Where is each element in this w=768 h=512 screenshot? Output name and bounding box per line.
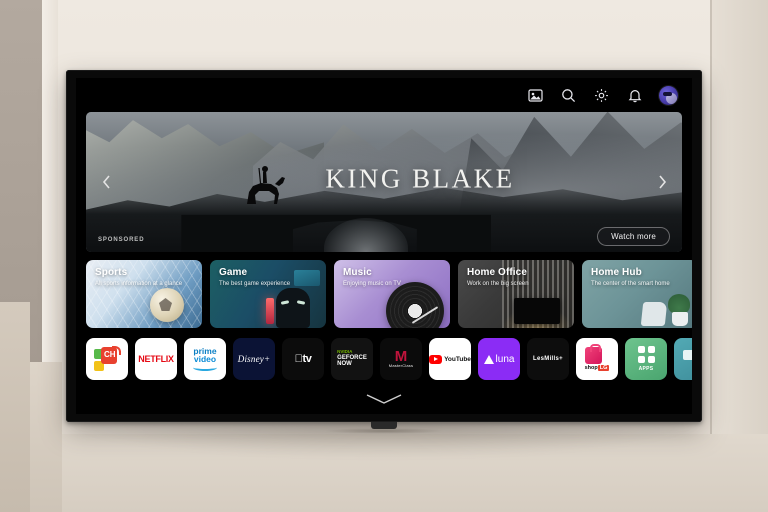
tv-stand-shadow	[324, 428, 444, 434]
app-tile-netflix[interactable]: NETFLIX	[135, 338, 177, 380]
category-title: Sports	[95, 267, 128, 278]
category-title: Home Hub	[591, 267, 642, 278]
hub-plant-leaves	[668, 294, 690, 314]
category-subtitle: Enjoying music on TV	[343, 281, 401, 287]
scroll-down-chevron-icon[interactable]	[366, 392, 402, 410]
floor-step-lower	[0, 302, 30, 512]
app-label: luna	[495, 353, 515, 365]
shop-icon: shop LG	[584, 344, 610, 371]
app-tile-amazon-luna[interactable]: luna	[478, 338, 520, 380]
category-card-home-hub[interactable]: Home Hub The center of the smart home	[582, 260, 692, 328]
app-tile-apple-tv[interactable]: tv	[282, 338, 324, 380]
app-label: YouTube	[444, 355, 471, 363]
app-tile-disney-plus[interactable]: Disney+	[233, 338, 275, 380]
prime-video-icon: prime video	[193, 347, 217, 372]
avatar[interactable]	[659, 85, 678, 105]
category-card-game[interactable]: Game The best game experience	[210, 260, 326, 328]
app-tile-lesmills[interactable]: LesMills+	[527, 338, 569, 380]
category-card-row: Sports All sports information at a glanc…	[86, 260, 692, 328]
app-label-bottom: video	[193, 354, 217, 364]
hub-plant-pot	[672, 312, 688, 326]
tv-screen: KING BLAKE SPONSORED Watch more Sports A…	[76, 78, 692, 414]
game-rgb-lamp	[266, 298, 274, 324]
category-title: Home Office	[467, 267, 528, 278]
category-card-sports[interactable]: Sports All sports information at a glanc…	[86, 260, 202, 328]
hero-banner[interactable]: KING BLAKE SPONSORED Watch more	[86, 112, 682, 252]
app-label: NETFLIX	[138, 354, 174, 364]
category-title: Game	[219, 267, 248, 278]
soccer-ball-icon	[150, 288, 184, 322]
multi-window-icon	[683, 350, 692, 368]
app-label: tv	[295, 353, 312, 365]
category-subtitle: All sports information at a glance	[95, 281, 183, 287]
category-title: Music	[343, 267, 372, 278]
play-icon	[429, 354, 443, 364]
app-label-top: GEFORCE	[337, 354, 367, 361]
carousel-prev-chevron-icon[interactable]	[95, 171, 117, 193]
hub-chair	[640, 302, 668, 326]
app-tile-shop-lg[interactable]: shop LG	[576, 338, 618, 380]
app-shortcut-row: CH NETFLIX prime video Disney+ tv NVIDIA…	[86, 336, 692, 382]
office-monitor	[514, 298, 560, 324]
category-subtitle: The center of the smart home	[591, 281, 670, 287]
app-tile-geforce-now[interactable]: NVIDIA GEFORCE NOW	[331, 338, 373, 380]
carousel-next-chevron-icon[interactable]	[651, 171, 673, 193]
app-label: MasterClass	[388, 362, 414, 368]
app-tile-youtube[interactable]: YouTube	[429, 338, 471, 380]
category-card-music[interactable]: Music Enjoying music on TV	[334, 260, 450, 328]
input-picture-icon[interactable]	[527, 87, 544, 104]
app-tile-prime-video[interactable]: prime video	[184, 338, 226, 380]
category-subtitle: The best game experience	[219, 281, 291, 287]
wifi-arc-icon	[112, 346, 121, 355]
app-label-bottom: NOW	[337, 361, 352, 368]
app-label: Disney+	[237, 354, 271, 364]
bell-icon[interactable]	[626, 87, 643, 104]
apps-grid-icon	[637, 346, 655, 363]
masterclass-icon: M MasterClass	[388, 347, 414, 368]
watch-more-button[interactable]: Watch more	[597, 227, 670, 246]
app-tile-masterclass[interactable]: M MasterClass	[380, 338, 422, 380]
luna-icon: luna	[483, 353, 515, 365]
category-card-home-office[interactable]: Home Office Work on the big screen	[458, 260, 574, 328]
youtube-icon: YouTube	[429, 354, 471, 364]
category-subtitle: Work on the big screen	[467, 281, 529, 287]
app-tile-all-apps[interactable]: APPS	[625, 338, 667, 380]
gear-icon[interactable]	[593, 87, 610, 104]
gaming-chair	[276, 288, 310, 328]
top-bar	[76, 78, 692, 112]
hero-title: KING BLAKE	[325, 163, 515, 194]
app-label: shop LG	[584, 365, 610, 371]
masterclass-mark: M	[394, 347, 408, 365]
game-monitor	[294, 270, 320, 286]
prime-smile-swoosh	[193, 364, 217, 372]
tv-frame: KING BLAKE SPONSORED Watch more Sports A…	[66, 70, 702, 422]
lg-channels-icon: CH	[94, 346, 121, 371]
search-icon[interactable]	[560, 87, 577, 104]
app-tile-multi-view[interactable]	[674, 338, 692, 380]
sponsored-label: SPONSORED	[98, 237, 145, 243]
luna-triangle-icon	[483, 354, 494, 364]
app-label: LesMills+	[533, 356, 563, 362]
app-tile-lg-channels[interactable]: CH	[86, 338, 128, 380]
app-label: APPS	[638, 366, 654, 372]
geforce-now-icon: NVIDIA GEFORCE NOW	[337, 349, 367, 368]
shopping-bag-icon	[584, 344, 602, 364]
room-scene: KING BLAKE SPONSORED Watch more Sports A…	[0, 0, 768, 512]
